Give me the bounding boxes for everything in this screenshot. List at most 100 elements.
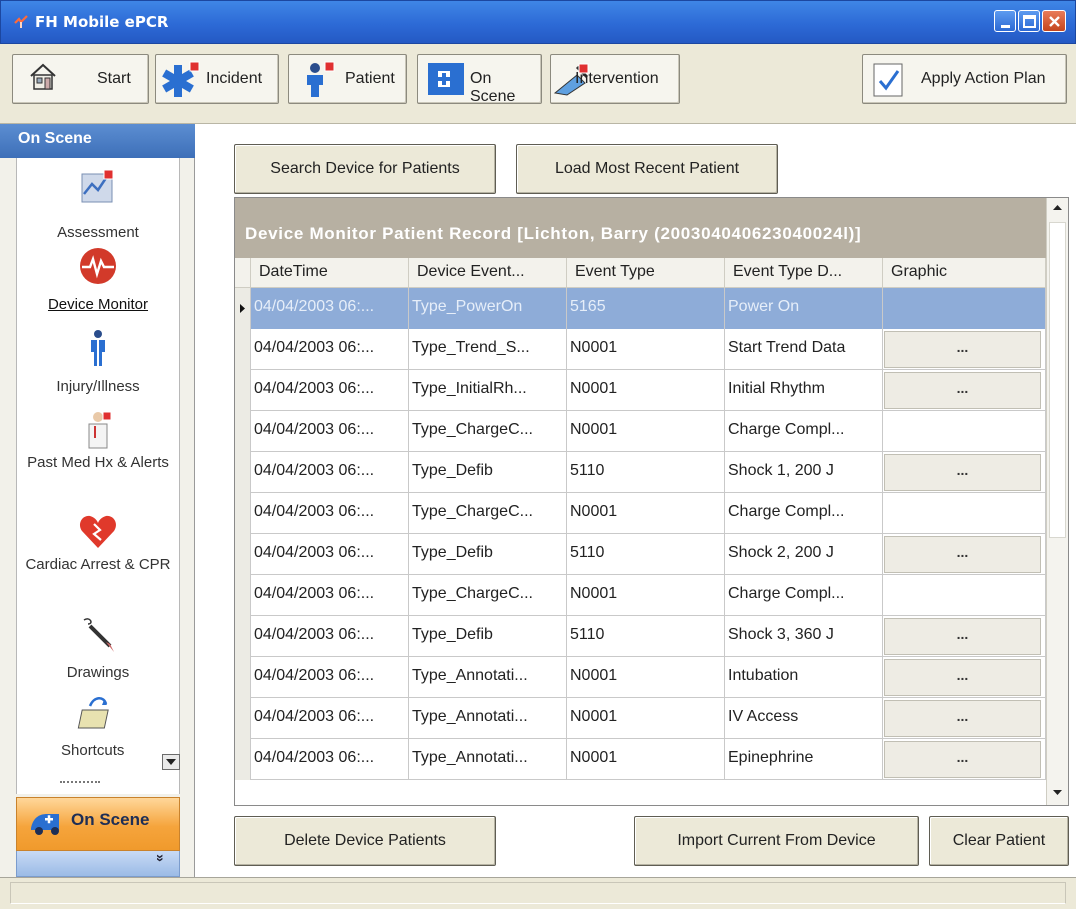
cell-device-event[interactable]: Type_ChargeC... — [409, 575, 567, 616]
row-selector[interactable] — [235, 534, 251, 575]
graphic-button[interactable]: ... — [884, 618, 1041, 655]
cell-datetime[interactable]: 04/04/2003 06:... — [251, 493, 409, 534]
cell-event-desc[interactable]: Charge Compl... — [725, 575, 883, 616]
cell-event-type[interactable]: 5165 — [567, 288, 725, 329]
cell-event-type[interactable]: N0001 — [567, 698, 725, 739]
scroll-down-arrow[interactable] — [1047, 782, 1068, 802]
cell-device-event[interactable]: Type_ChargeC... — [409, 411, 567, 452]
cell-graphic[interactable]: ... — [883, 739, 1046, 780]
cell-graphic[interactable] — [883, 493, 1046, 534]
cell-event-type[interactable]: N0001 — [567, 493, 725, 534]
cell-datetime[interactable]: 04/04/2003 06:... — [251, 288, 409, 329]
row-selector[interactable] — [235, 575, 251, 616]
minimize-button[interactable] — [994, 10, 1016, 32]
cell-event-type[interactable]: N0001 — [567, 657, 725, 698]
table-row[interactable]: 04/04/2003 06:... Type_Annotati... N0001 IV… — [235, 698, 1046, 739]
clear-patient-button[interactable]: Clear Patient — [929, 816, 1069, 866]
graphic-button[interactable]: ... — [884, 331, 1041, 368]
cell-datetime[interactable]: 04/04/2003 06:... — [251, 616, 409, 657]
row-selector[interactable] — [235, 288, 251, 329]
cell-datetime[interactable]: 04/04/2003 06:... — [251, 575, 409, 616]
cell-event-desc[interactable]: Charge Compl... — [725, 411, 883, 452]
cell-device-event[interactable]: Type_ChargeC... — [409, 493, 567, 534]
cell-event-type[interactable]: N0001 — [567, 329, 725, 370]
on-scene-button[interactable]: On Scene — [417, 54, 542, 105]
cell-datetime[interactable]: 04/04/2003 06:... — [251, 698, 409, 739]
shortcuts-dropdown-button[interactable] — [162, 754, 180, 770]
cell-event-desc[interactable]: Shock 3, 360 J — [725, 616, 883, 657]
table-row[interactable]: 04/04/2003 06:... Type_Defib 5110 Shock 2, … — [235, 534, 1046, 575]
cell-event-desc[interactable]: Initial Rhythm — [725, 370, 883, 411]
table-row[interactable]: 04/04/2003 06:... Type_Annotati... N0001 Ep… — [235, 739, 1046, 780]
column-header-device-event[interactable]: Device Event... — [409, 258, 567, 288]
nav-on-scene-button[interactable]: On Scene — [16, 797, 180, 851]
cell-datetime[interactable]: 04/04/2003 06:... — [251, 452, 409, 493]
start-button[interactable]: Start — [12, 54, 149, 104]
cell-event-desc[interactable]: Start Trend Data — [725, 329, 883, 370]
cell-event-type[interactable]: N0001 — [567, 575, 725, 616]
table-row[interactable]: 04/04/2003 06:... Type_Defib 5110 Shock 1, … — [235, 452, 1046, 493]
cell-device-event[interactable]: Type_Annotati... — [409, 657, 567, 698]
cell-event-type[interactable]: 5110 — [567, 452, 725, 493]
cell-graphic[interactable] — [883, 575, 1046, 616]
cell-graphic[interactable]: ... — [883, 698, 1046, 739]
incident-button[interactable]: Incident — [155, 54, 279, 104]
sidebar-item-injury-illness[interactable]: Injury/Illness — [17, 326, 179, 396]
row-selector[interactable] — [235, 616, 251, 657]
scroll-up-arrow[interactable] — [1047, 198, 1068, 218]
graphic-button[interactable]: ... — [884, 700, 1041, 737]
row-selector[interactable] — [235, 411, 251, 452]
graphic-button[interactable]: ... — [884, 741, 1041, 778]
cell-event-desc[interactable]: Charge Compl... — [725, 493, 883, 534]
row-selector[interactable] — [235, 329, 251, 370]
maximize-button[interactable] — [1018, 10, 1040, 32]
scroll-thumb[interactable] — [1049, 222, 1066, 538]
cell-event-desc[interactable]: Epinephrine — [725, 739, 883, 780]
graphic-button[interactable]: ... — [884, 454, 1041, 491]
row-selector[interactable] — [235, 493, 251, 534]
row-selector[interactable] — [235, 370, 251, 411]
row-selector[interactable] — [235, 657, 251, 698]
sidebar-item-past-med-hx[interactable]: Past Med Hx & Alerts — [17, 408, 179, 472]
cell-device-event[interactable]: Type_InitialRh... — [409, 370, 567, 411]
sidebar-item-device-monitor[interactable]: Device Monitor — [17, 244, 179, 314]
sidebar-item-assessment[interactable]: Assessment — [17, 166, 179, 242]
cell-datetime[interactable]: 04/04/2003 06:... — [251, 657, 409, 698]
splitter-grip[interactable] — [60, 781, 100, 783]
cell-event-desc[interactable]: Shock 1, 200 J — [725, 452, 883, 493]
graphic-button[interactable]: ... — [884, 536, 1041, 573]
cell-device-event[interactable]: Type_Defib — [409, 616, 567, 657]
graphic-button[interactable]: ... — [884, 659, 1041, 696]
cell-datetime[interactable]: 04/04/2003 06:... — [251, 739, 409, 780]
vertical-scrollbar[interactable] — [1046, 198, 1068, 805]
cell-graphic[interactable]: ... — [883, 534, 1046, 575]
cell-datetime[interactable]: 04/04/2003 06:... — [251, 411, 409, 452]
row-selector[interactable] — [235, 452, 251, 493]
cell-device-event[interactable]: Type_Trend_S... — [409, 329, 567, 370]
table-row[interactable]: 04/04/2003 06:... Type_ChargeC... N0001 Cha… — [235, 493, 1046, 534]
search-device-button[interactable]: Search Device for Patients — [234, 144, 496, 194]
table-row[interactable]: 04/04/2003 06:... Type_InitialRh... N0001 I… — [235, 370, 1046, 411]
table-row[interactable]: 04/04/2003 06:... Type_PowerOn 5165 Power O… — [235, 288, 1046, 329]
cell-event-type[interactable]: 5110 — [567, 534, 725, 575]
row-selector[interactable] — [235, 739, 251, 780]
cell-graphic[interactable]: ... — [883, 452, 1046, 493]
sidebar-item-shortcuts[interactable]: Shortcuts — [17, 692, 179, 760]
cell-graphic[interactable] — [883, 411, 1046, 452]
table-row[interactable]: 04/04/2003 06:... Type_ChargeC... N0001 Cha… — [235, 575, 1046, 616]
cell-graphic[interactable]: ... — [883, 329, 1046, 370]
cell-device-event[interactable]: Type_Annotati... — [409, 739, 567, 780]
cell-datetime[interactable]: 04/04/2003 06:... — [251, 534, 409, 575]
table-row[interactable]: 04/04/2003 06:... Type_Annotati... N0001 In… — [235, 657, 1046, 698]
cell-event-desc[interactable]: Shock 2, 200 J — [725, 534, 883, 575]
sidebar-item-drawings[interactable]: Drawings — [17, 614, 179, 682]
nav-more-button[interactable]: » — [16, 851, 180, 877]
cell-event-desc[interactable]: Power On — [725, 288, 883, 329]
cell-event-type[interactable]: N0001 — [567, 739, 725, 780]
cell-event-type[interactable]: N0001 — [567, 411, 725, 452]
cell-graphic[interactable]: ... — [883, 370, 1046, 411]
cell-datetime[interactable]: 04/04/2003 06:... — [251, 329, 409, 370]
cell-device-event[interactable]: Type_PowerOn — [409, 288, 567, 329]
cell-device-event[interactable]: Type_Defib — [409, 452, 567, 493]
column-header-datetime[interactable]: DateTime — [251, 258, 409, 288]
